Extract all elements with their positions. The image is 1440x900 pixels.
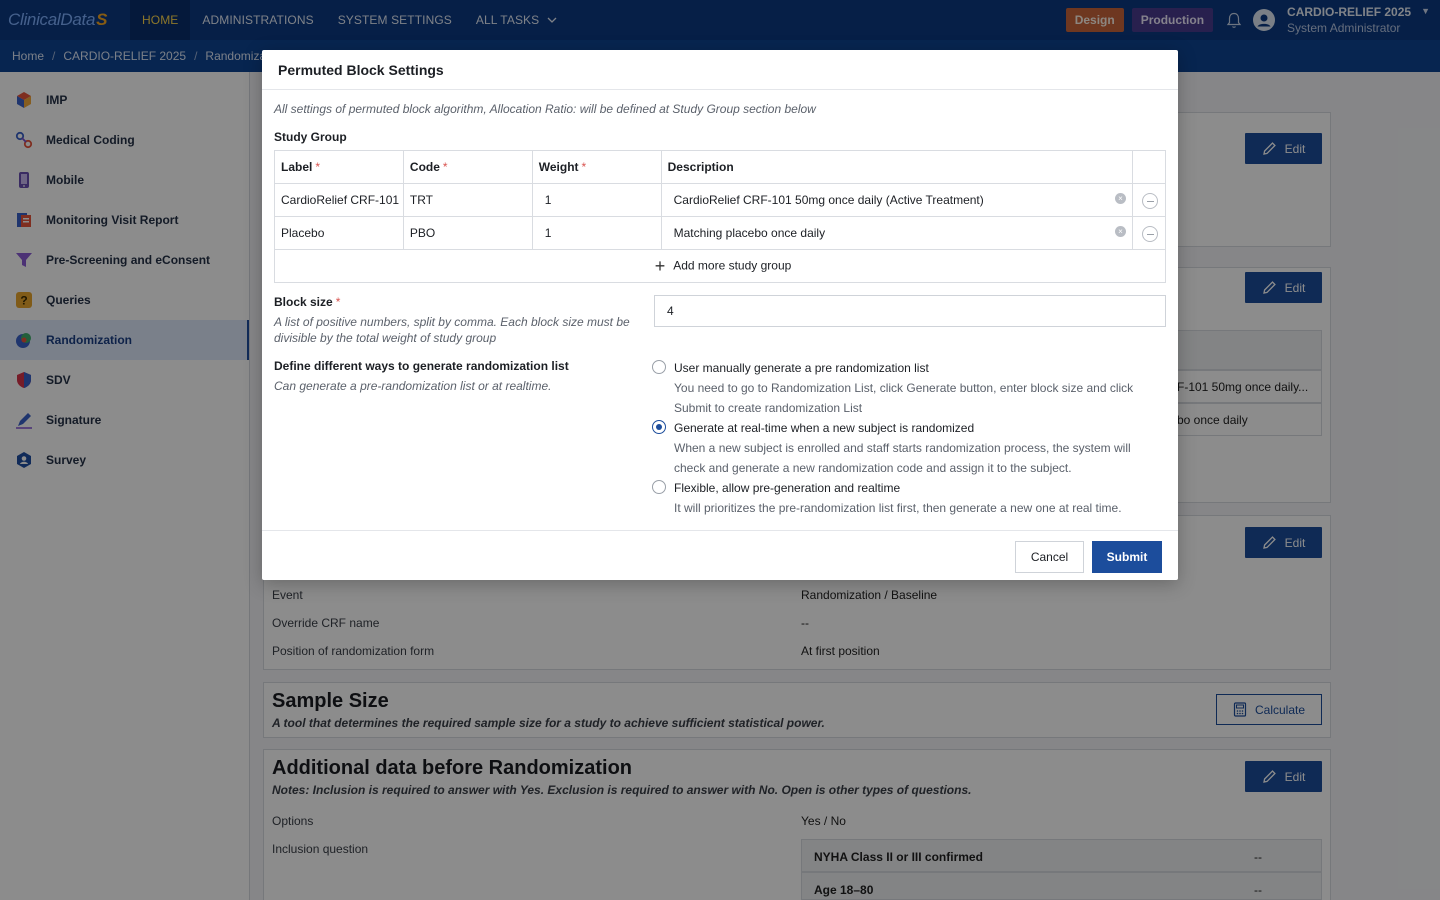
block-size-label-text: Block size [274,295,333,309]
add-study-group-row: + Add more study group [274,249,1166,283]
option-description: It will prioritizes the pre-randomizatio… [674,501,1122,515]
block-size-hint: A list of positive numbers, split by com… [274,315,630,345]
cancel-button[interactable]: Cancel [1015,541,1084,573]
remove-circle-icon[interactable] [1142,192,1158,209]
remove-row-cell [1132,183,1166,217]
radio-manual[interactable] [652,360,666,374]
option-description: When a new subject is enrolled and staff… [674,441,1131,475]
code-input[interactable]: TRT [402,183,533,217]
label-input[interactable]: CardioRelief CRF-101 [274,183,404,217]
block-size-input[interactable]: 4 [654,295,1166,327]
description-input[interactable]: Matching placebo once daily × [660,216,1134,250]
option-title: User manually generate a pre randomizati… [674,361,929,375]
option-body: User manually generate a pre randomizati… [674,358,1162,418]
study-group-table: Label * Code * Weight * Description CardioR… [274,150,1166,283]
label-input[interactable]: Placebo [274,216,404,250]
remove-circle-icon[interactable] [1142,225,1158,242]
column-header-code: Code * [402,150,533,184]
generation-method-hint: Can generate a pre-randomization list or… [274,379,552,393]
table-row: CardioRelief CRF-101 TRT 1 CardioRelief … [274,183,1166,217]
required-marker: * [335,295,341,309]
column-header-label: Label * [274,150,404,184]
study-group-label: Study Group [274,130,347,144]
option-title: Generate at real-time when a new subject… [674,421,975,435]
option-body: Flexible, allow pre-generation and realt… [674,478,1122,518]
radio-realtime[interactable] [652,420,666,434]
block-size-label: Block size * [274,295,340,309]
generation-option-manual[interactable]: User manually generate a pre randomizati… [652,358,1162,418]
table-header-row: Label * Code * Weight * Description [274,150,1166,184]
remove-row-cell [1132,216,1166,250]
weight-input[interactable]: 1 [531,216,662,250]
description-text: CardioRelief CRF-101 50mg once daily (Ac… [673,193,984,207]
option-body: Generate at real-time when a new subject… [674,418,1162,478]
column-header-weight: Weight * [531,150,662,184]
permuted-block-settings-dialog: Permuted Block Settings All settings of … [262,50,1178,580]
generation-option-flexible[interactable]: Flexible, allow pre-generation and realt… [652,478,1162,518]
column-header-actions [1132,150,1166,184]
generation-method-label: Define different ways to generate random… [274,359,569,373]
option-title: Flexible, allow pre-generation and realt… [674,481,901,495]
code-input[interactable]: PBO [402,216,533,250]
option-description: You need to go to Randomization List, cl… [674,381,1134,415]
description-input[interactable]: CardioRelief CRF-101 50mg once daily (Ac… [660,183,1134,217]
column-label-text: Label [281,160,313,174]
required-marker: * [581,160,587,174]
weight-input[interactable]: 1 [531,183,662,217]
required-marker: * [315,160,321,174]
clear-icon[interactable]: × [1115,193,1126,204]
column-code-text: Code [409,160,440,174]
dialog-title: Permuted Block Settings [262,50,1178,90]
required-marker: * [442,160,448,174]
clear-icon[interactable]: × [1115,226,1126,237]
generation-option-realtime[interactable]: Generate at real-time when a new subject… [652,418,1162,478]
radio-flexible[interactable] [652,480,666,494]
dialog-footer: Cancel Submit [262,530,1178,580]
column-header-description: Description [660,150,1134,184]
plus-icon: + [654,255,666,276]
add-study-group-label: Add more study group [673,258,792,273]
column-weight-text: Weight [538,160,579,174]
description-text: Matching placebo once daily [673,226,826,240]
dialog-note: All settings of permuted block algorithm… [274,102,816,116]
add-study-group-button[interactable]: + Add more study group [274,249,1166,283]
submit-button[interactable]: Submit [1092,541,1162,573]
table-row: Placebo PBO 1 Matching placebo once dail… [274,216,1166,250]
